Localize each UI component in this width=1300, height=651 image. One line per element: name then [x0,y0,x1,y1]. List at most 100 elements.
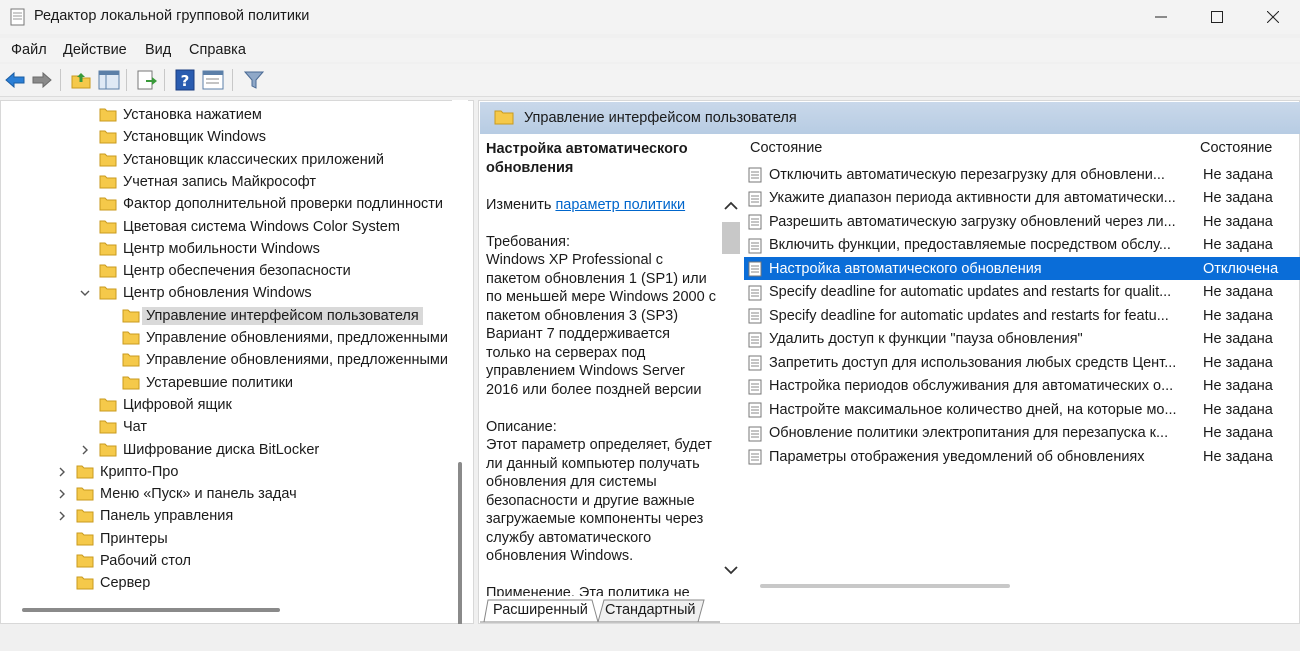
policy-row[interactable]: Укажите диапазон периода активности для … [744,187,1300,210]
tree-scroll-thumb[interactable] [458,462,462,648]
tab-standard[interactable]: Стандартный [605,598,695,622]
folder-icon [99,197,117,211]
folder-icon [99,220,117,233]
tree-item[interactable]: Установщик классических приложений [99,149,384,171]
tree-item-label: Установщик Windows [123,129,267,146]
list-horizontal-scrollbar[interactable] [760,582,1280,590]
tree-item[interactable]: Цифровой ящик [99,394,232,416]
column-header-setting[interactable]: Состояние [750,140,822,156]
edit-policy-line: Изменить параметр политики [486,196,718,215]
folder-icon [99,130,117,144]
chevron-up-icon[interactable] [720,196,742,216]
edit-policy-link[interactable]: параметр политики [555,197,685,213]
policy-row[interactable]: Запретить доступ для использования любых… [744,351,1300,374]
policy-setting-icon [748,214,762,230]
policy-state: Не задана [1203,401,1273,418]
tree-item-label: Принтеры [100,530,168,547]
tree-item[interactable]: Управление интерфейсом пользователя [122,305,423,327]
tree-item[interactable]: Центр обновления Windows [80,282,312,304]
minimize-button[interactable] [1136,0,1186,34]
tab-extended[interactable]: Расширенный [493,598,588,622]
export-list-icon[interactable] [136,69,158,91]
tree-item[interactable]: Установщик Windows [99,126,266,148]
back-arrow-icon[interactable] [4,69,26,91]
tree-item[interactable]: Учетная запись Майкрософт [99,171,316,193]
policy-row[interactable]: Specify deadline for automatic updates a… [744,281,1300,304]
tree-vertical-scrollbar[interactable] [452,100,468,648]
policy-state: Не задана [1203,190,1273,206]
folder-icon [122,309,140,323]
chevron-right-icon[interactable] [56,510,68,522]
tree-item-label: Учетная запись Майкрософт [123,173,317,190]
chevron-right-icon[interactable] [56,466,68,478]
description-scroll-thumb[interactable] [722,222,740,254]
edit-prefix: Изменить [486,196,556,213]
tree-item[interactable]: Управление обновлениями, предложенными [122,327,448,349]
chevron-down-icon[interactable] [720,560,742,580]
folder-icon [494,110,514,125]
details-header-title: Управление интерфейсом пользователя [524,110,797,126]
tree-item[interactable]: Рабочий стол [76,550,191,572]
tree-item[interactable]: Меню «Пуск» и панель задач [59,483,297,505]
chevron-right-icon[interactable] [79,444,91,456]
tree-item[interactable]: Принтеры [76,528,168,550]
chevron-down-icon[interactable] [79,287,91,299]
tree-item[interactable]: Цветовая система Windows Color System [99,216,400,238]
folder-icon [76,465,94,479]
tree-item-label: Установщик классических приложений [123,151,384,168]
menu-file[interactable]: Файл [11,42,47,58]
folder-up-icon[interactable] [70,69,92,91]
tree-horizontal-scrollbar[interactable] [0,600,470,616]
menu-help[interactable]: Справка [189,42,246,58]
list-hscroll-thumb[interactable] [760,584,1010,588]
description-scrollbar[interactable] [720,196,742,580]
policy-state: Не задана [1203,307,1273,324]
policy-row[interactable]: Настройка периодов обслуживания для авто… [744,375,1300,398]
show-hide-tree-icon[interactable] [98,69,120,91]
maximize-button[interactable] [1192,0,1242,34]
policy-row[interactable]: Параметры отображения уведомлений об обн… [744,445,1300,468]
tree-item[interactable]: Чат [99,416,147,438]
help-icon[interactable]: ? [174,69,196,91]
menu-action[interactable]: Действие [63,42,127,58]
title-bar: Редактор локальной групповой политики [0,0,1300,34]
column-header-state[interactable]: Состояние [1200,140,1272,156]
policy-setting-icon [748,426,762,441]
chevron-right-icon[interactable] [56,488,68,500]
folder-icon [99,175,117,189]
filter-icon[interactable] [243,69,265,91]
policy-row[interactable]: Обновление политики электропитания для п… [744,422,1300,445]
tree-item[interactable]: Установка нажатием [99,104,262,126]
svg-text:?: ? [181,72,190,90]
tree-item[interactable]: Центр обеспечения безопасности [99,260,351,282]
description-title: Настройка автоматического обновления [486,141,688,176]
policy-row[interactable]: Настройка автоматического обновления Откл… [744,257,1300,280]
folder-icon [76,532,94,546]
policy-row[interactable]: Включить функции, предоставляемые посред… [744,234,1300,257]
policy-row[interactable]: Настройте максимальное количество дней, … [744,398,1300,421]
tree-item[interactable]: Шифрование диска BitLocker [82,439,319,461]
properties-icon[interactable] [202,69,224,91]
policy-row[interactable]: Удалить доступ к функции "пауза обновлен… [744,328,1300,351]
tree-item[interactable]: Панель управления [59,505,233,527]
minimize-icon [1155,16,1167,18]
tree-item[interactable]: Устаревшие политики [122,372,293,394]
tree-item[interactable]: Фактор дополнительной проверки подлиннос… [99,193,443,215]
policy-row[interactable]: Разрешить автоматическую загрузку обновл… [744,210,1300,233]
close-button[interactable] [1248,0,1298,34]
menu-view[interactable]: Вид [145,42,171,58]
tree-item[interactable]: Сервер [76,572,150,594]
policy-name: Specify deadline for automatic updates a… [769,307,1169,324]
tree-hscroll-thumb[interactable] [22,608,280,612]
policy-state: Не задана [1203,166,1273,183]
tree-item[interactable]: Центр мобильности Windows [99,238,320,260]
forward-arrow-icon[interactable] [31,69,53,91]
policy-row[interactable]: Specify deadline for automatic updates a… [744,304,1300,327]
policy-row[interactable]: Отключить автоматическую перезагрузку дл… [744,163,1300,186]
description-cut-text: Применение. Эта политика не [486,585,690,596]
tree-item-label: Устаревшие политики [146,374,294,391]
tree-item[interactable]: Управление обновлениями, предложенными [122,349,448,371]
folder-icon [122,376,140,390]
tree-item[interactable]: Крипто-Про [59,461,178,483]
menu-bar: Файл Действие Вид Справка [0,38,1300,62]
